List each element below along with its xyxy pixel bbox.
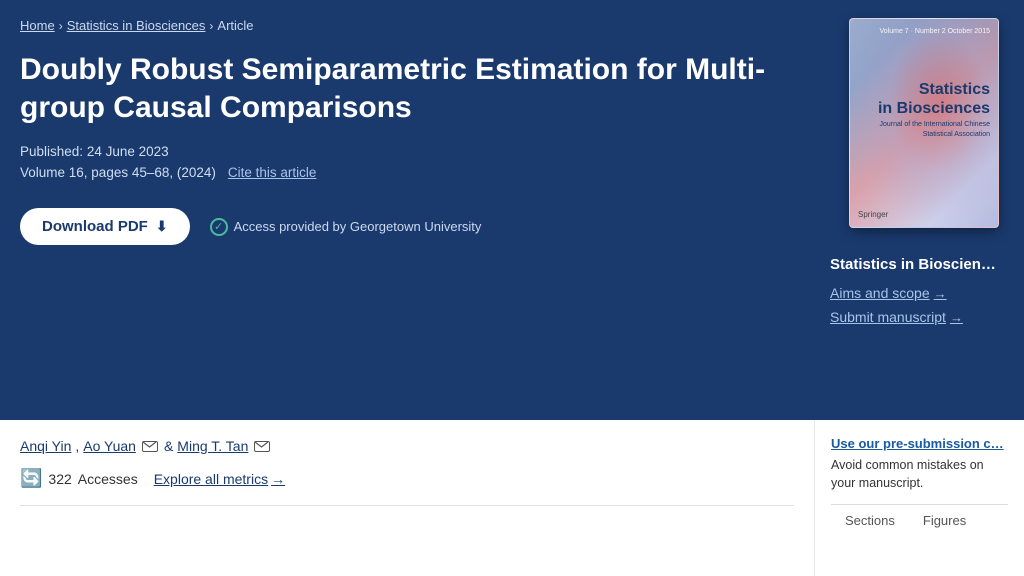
cite-this-article-link[interactable]: Cite this article: [228, 165, 317, 180]
ming-tan-email-icon[interactable]: [254, 441, 270, 452]
journal-cover[interactable]: Volume 7 · Number 2 October 2015 Statist…: [849, 18, 999, 228]
authors-metrics-panel: Anqi Yin , Ao Yuan & Ming T. Tan 🔄 322: [0, 420, 814, 576]
explore-all-metrics-link[interactable]: Explore all metrics →: [154, 471, 285, 487]
breadcrumb-section: Article: [217, 18, 253, 33]
authors-line: Anqi Yin , Ao Yuan & Ming T. Tan: [20, 438, 794, 454]
hero-section: Home › Statistics in Biosciences › Artic…: [0, 0, 1024, 420]
download-pdf-button[interactable]: Download PDF ⬇: [20, 208, 190, 245]
accesses-icon: 🔄: [20, 468, 42, 489]
cover-publisher-logo: Springer: [858, 210, 888, 219]
article-title: Doubly Robust Semiparametric Estimation …: [20, 51, 770, 126]
explore-metrics-label: Explore all metrics: [154, 471, 268, 487]
bottom-section: Anqi Yin , Ao Yuan & Ming T. Tan 🔄 322: [0, 420, 1024, 576]
tab-sections[interactable]: Sections: [831, 505, 909, 539]
presubmission-link[interactable]: Use our pre-submission c…: [831, 436, 1008, 451]
published-date: 24 June 2023: [87, 144, 169, 159]
tabs-row: Sections Figures: [831, 504, 1008, 539]
presubmission-text: Avoid common mistakes on your manuscript…: [831, 457, 1008, 492]
separator: [20, 505, 794, 506]
submit-manuscript-label: Submit manuscript: [830, 309, 946, 325]
accesses-label: Accesses: [78, 471, 138, 487]
cover-top-text: Volume 7 · Number 2 October 2015: [858, 27, 990, 36]
aims-scope-label: Aims and scope: [830, 285, 930, 301]
tab-figures[interactable]: Figures: [909, 505, 980, 539]
submit-arrow-icon: →: [950, 310, 963, 325]
check-icon: ✓: [210, 218, 228, 236]
submit-manuscript-link[interactable]: Submit manuscript →: [830, 309, 1008, 325]
journal-cover-wrapper: Volume 7 · Number 2 October 2015 Statist…: [849, 18, 1004, 228]
breadcrumb-journal[interactable]: Statistics in Biosciences: [67, 18, 206, 33]
sidebar-panel: Statistics in Bioscien… Aims and scope →…: [814, 240, 1024, 420]
metrics-row: 🔄 322 Accesses Explore all metrics →: [20, 468, 794, 489]
breadcrumb-sep-1: ›: [59, 19, 63, 33]
sidebar-journal-title: Statistics in Bioscien…: [830, 256, 1008, 273]
cover-subtitle: Journal of the International Chinese Sta…: [858, 120, 990, 138]
accesses-count: 🔄 322 Accesses: [20, 468, 138, 489]
download-pdf-label: Download PDF: [42, 218, 148, 235]
accesses-number: 322: [48, 471, 71, 487]
access-text: Access provided by Georgetown University: [234, 219, 482, 234]
published-label: Published:: [20, 144, 83, 159]
breadcrumb-home[interactable]: Home: [20, 18, 55, 33]
author-ao-yuan[interactable]: Ao Yuan: [83, 438, 136, 454]
download-arrow-icon: ⬇: [156, 218, 168, 235]
author-ming-tan[interactable]: Ming T. Tan: [177, 438, 248, 454]
author-anqi-yin[interactable]: Anqi Yin: [20, 438, 71, 454]
breadcrumb-sep-2: ›: [209, 19, 213, 33]
ao-yuan-email-icon[interactable]: [142, 441, 158, 452]
volume-text: Volume 16, pages 45–68, (2024): [20, 165, 216, 180]
access-info: ✓ Access provided by Georgetown Universi…: [210, 218, 482, 236]
bottom-right-panel: Use our pre-submission c… Avoid common m…: [814, 420, 1024, 576]
aims-scope-link[interactable]: Aims and scope →: [830, 285, 1008, 301]
cover-title-text: Statistics in Biosciences: [858, 80, 990, 118]
explore-metrics-arrow-icon: →: [271, 471, 285, 487]
aims-scope-arrow-icon: →: [934, 286, 947, 301]
